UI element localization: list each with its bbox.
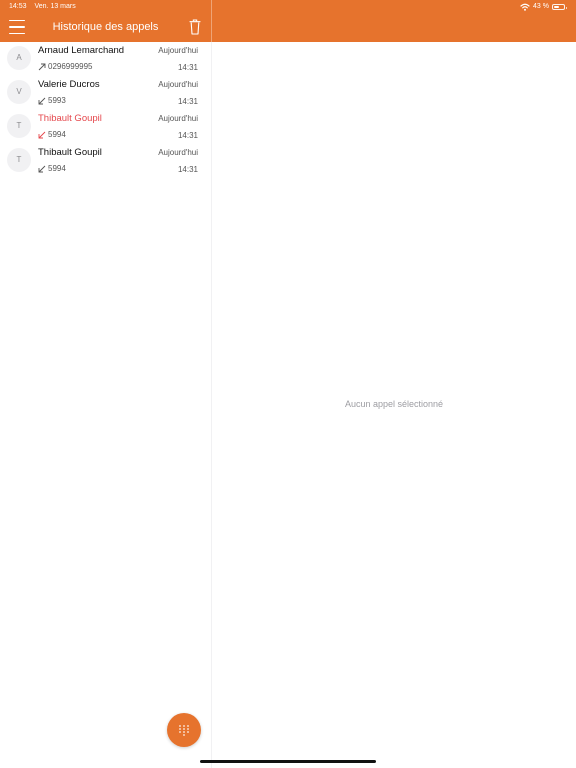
incoming-call-arrow-icon	[38, 97, 46, 104]
call-date: Aujourd'hui	[158, 46, 198, 55]
missed-call-arrow-icon	[38, 131, 46, 138]
incoming-call-arrow-icon	[38, 165, 46, 172]
header-divider	[211, 0, 212, 42]
home-indicator[interactable]	[200, 760, 376, 763]
call-list: A Arnaud Lemarchand 0296999995 Aujourd'h…	[0, 42, 211, 178]
battery-icon	[552, 4, 567, 10]
call-time: 14:31	[177, 97, 198, 106]
call-time: 14:31	[177, 131, 198, 140]
contact-name: Valerie Ducros	[38, 79, 100, 90]
contact-name: Thibault Goupil	[38, 113, 102, 124]
wifi-icon	[520, 3, 530, 11]
avatar: T	[7, 148, 31, 172]
call-row[interactable]: T Thibault Goupil 5994 Aujourd'hui 14:31	[0, 144, 211, 178]
call-row[interactable]: A Arnaud Lemarchand 0296999995 Aujourd'h…	[0, 42, 211, 76]
avatar: V	[7, 80, 31, 104]
dialpad-icon	[179, 725, 189, 736]
status-right: 43 %	[520, 2, 567, 12]
call-date: Aujourd'hui	[158, 80, 198, 89]
status-left: 14:53 Ven. 13 mars	[9, 2, 82, 12]
call-date: Aujourd'hui	[158, 148, 198, 157]
page-title: Historique des appels	[52, 21, 159, 33]
call-time: 14:31	[177, 165, 198, 174]
trash-icon[interactable]	[189, 19, 201, 35]
call-date: Aujourd'hui	[158, 114, 198, 123]
status-time: 14:53	[9, 3, 27, 10]
call-row[interactable]: V Valerie Ducros 5993 Aujourd'hui 14:31	[0, 76, 211, 110]
avatar: A	[7, 46, 31, 70]
empty-detail-message: Aucun appel sélectionné	[344, 399, 444, 409]
avatar: T	[7, 114, 31, 138]
call-info: 5993	[38, 96, 66, 105]
call-row[interactable]: T Thibault Goupil 5994 Aujourd'hui 14:31	[0, 110, 211, 144]
dialpad-button[interactable]	[167, 713, 201, 747]
phone-number: 0296999995	[48, 62, 93, 71]
phone-number: 5993	[48, 96, 66, 105]
battery-percent: 43 %	[533, 3, 549, 10]
phone-number: 5994	[48, 164, 66, 173]
top-bar: 14:53 Ven. 13 mars 43 % Historique des a…	[0, 0, 576, 42]
outgoing-call-arrow-icon	[38, 63, 46, 70]
contact-name: Thibault Goupil	[38, 147, 102, 158]
phone-number: 5994	[48, 130, 66, 139]
call-info: 5994	[38, 130, 66, 139]
call-info: 0296999995	[38, 62, 93, 71]
call-info: 5994	[38, 164, 66, 173]
status-date: Ven. 13 mars	[34, 3, 76, 10]
call-time: 14:31	[177, 63, 198, 72]
contact-name: Arnaud Lemarchand	[38, 45, 125, 56]
